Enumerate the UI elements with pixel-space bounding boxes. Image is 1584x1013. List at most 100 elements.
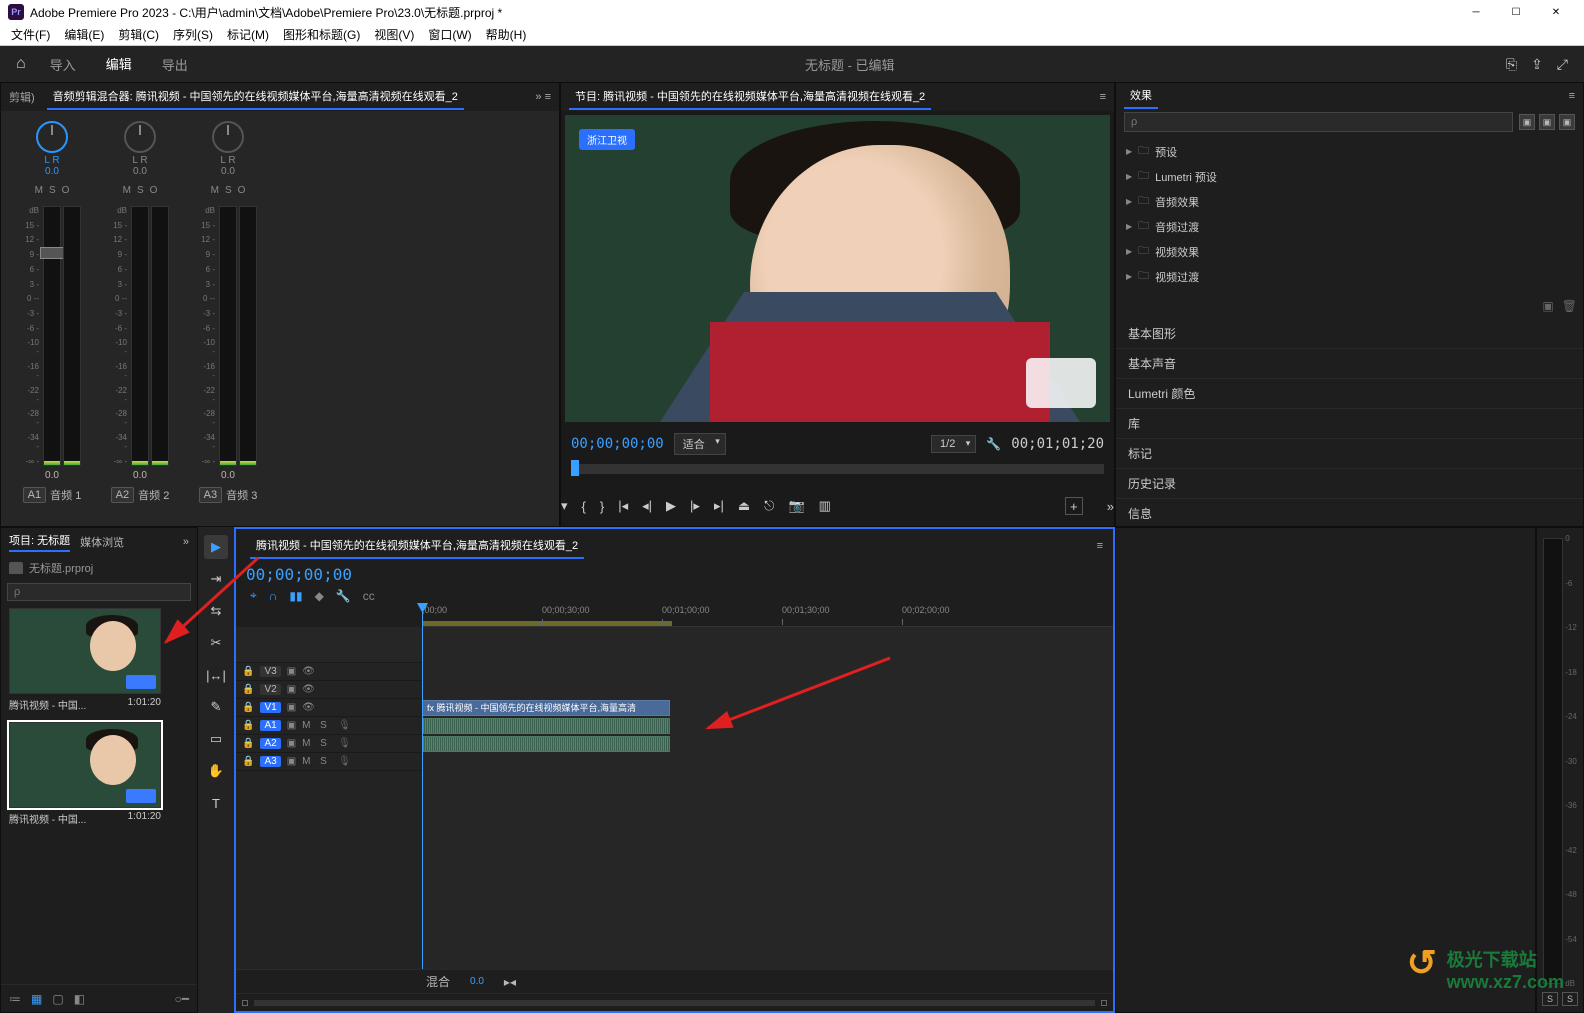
o-button[interactable]: O bbox=[150, 185, 158, 196]
delete-icon[interactable]: 🗑 bbox=[1562, 299, 1577, 313]
cc-icon[interactable]: cc bbox=[363, 589, 375, 603]
timeline-content[interactable]: fx 腾讯视频 - 中国领先的在线视频媒体平台,海量高清 bbox=[422, 627, 1113, 969]
video-track-header[interactable]: 🔒 V2 ▣ 👁 bbox=[236, 681, 422, 699]
workspace-tab-edit[interactable]: 编辑 bbox=[100, 44, 138, 85]
audio-track-header[interactable]: 🔒 A3 ▣ M S 🎙 bbox=[236, 753, 422, 771]
side-panel-tab[interactable]: 标记 bbox=[1116, 439, 1583, 469]
fx-folder[interactable]: ▶🗀视频过渡 bbox=[1116, 264, 1583, 289]
sync-icon[interactable]: ▣ bbox=[287, 720, 296, 731]
menu-edit[interactable]: 编辑(E) bbox=[59, 24, 109, 45]
track-tag[interactable]: A1 bbox=[23, 487, 46, 503]
eye-icon[interactable]: 👁 bbox=[302, 684, 315, 695]
m-button[interactable]: M bbox=[35, 185, 43, 196]
menu-window[interactable]: 窗口(W) bbox=[423, 24, 476, 45]
timeline-menu-icon[interactable]: ≡ bbox=[1097, 540, 1103, 552]
menu-sequence[interactable]: 序列(S) bbox=[168, 24, 218, 45]
timeline-tc[interactable]: 00;00;00;00 bbox=[236, 563, 1113, 586]
program-title[interactable]: 节目: 腾讯视频 - 中国领先的在线视频媒体平台,海量高清视频在线观看_2 bbox=[569, 84, 931, 110]
mute-button[interactable]: M bbox=[302, 756, 314, 767]
solo-left-button[interactable]: S bbox=[1542, 992, 1558, 1006]
playhead-icon[interactable] bbox=[422, 605, 423, 969]
fx-folder[interactable]: ▶🗀音频效果 bbox=[1116, 189, 1583, 214]
track-tag[interactable]: A3 bbox=[199, 487, 222, 503]
lock-icon[interactable]: 🔒 bbox=[242, 684, 254, 695]
solo-button[interactable]: S bbox=[320, 720, 332, 731]
sync-icon[interactable]: ▣ bbox=[287, 756, 296, 767]
marker-span-icon[interactable]: ▮▮ bbox=[289, 589, 302, 603]
video-clip[interactable]: fx 腾讯视频 - 中国领先的在线视频媒体平台,海量高清 bbox=[422, 700, 670, 716]
step-fwd-icon[interactable]: |▸ bbox=[690, 498, 700, 514]
effects-title[interactable]: 效果 bbox=[1124, 83, 1158, 109]
selection-tool-icon[interactable]: ▶ bbox=[204, 535, 228, 559]
close-button[interactable]: ✕ bbox=[1536, 0, 1576, 24]
fullscreen-icon[interactable]: ⤢ bbox=[1557, 56, 1568, 73]
snap-icon[interactable]: ⌖ bbox=[250, 588, 257, 603]
wrench-icon[interactable]: 🔧 bbox=[336, 589, 351, 603]
media-browse-tab[interactable]: 媒体浏览 bbox=[80, 534, 124, 550]
fx-filter-icon-1[interactable]: ▣ bbox=[1519, 114, 1535, 130]
scroll-handle-right[interactable] bbox=[1101, 1000, 1107, 1006]
track-tag[interactable]: V1 bbox=[260, 702, 280, 713]
pen-tool-icon[interactable]: ✎ bbox=[204, 695, 228, 719]
zoom-select[interactable]: 1/2 bbox=[931, 435, 976, 453]
more-icon[interactable]: » bbox=[1107, 499, 1114, 514]
project-tab[interactable]: 项目: 无标题 bbox=[9, 532, 70, 552]
workspace-tab-import[interactable]: 导入 bbox=[44, 45, 82, 84]
voice-icon[interactable]: 🎙 bbox=[338, 738, 351, 749]
export-frame-icon[interactable]: 📷 bbox=[788, 498, 804, 514]
new-bin-icon[interactable]: ▣ bbox=[1542, 299, 1553, 313]
track-tag[interactable]: V3 bbox=[260, 666, 280, 677]
fx-folder[interactable]: ▶🗀视频效果 bbox=[1116, 239, 1583, 264]
eye-icon[interactable]: 👁 bbox=[302, 666, 315, 677]
quick-export-icon[interactable]: ⎘ bbox=[1506, 56, 1517, 73]
go-out-icon[interactable]: ▸| bbox=[714, 498, 724, 514]
settings-icon[interactable]: 🔧 bbox=[986, 437, 1001, 451]
step-back-icon[interactable]: ◂| bbox=[642, 498, 652, 514]
audio-clip[interactable] bbox=[422, 736, 670, 752]
track-tag[interactable]: A2 bbox=[260, 738, 280, 749]
side-panel-tab[interactable]: 基本声音 bbox=[1116, 349, 1583, 379]
btn-editor-icon[interactable]: + bbox=[1065, 497, 1083, 515]
sync-icon[interactable]: ▣ bbox=[287, 666, 296, 677]
lock-icon[interactable]: 🔒 bbox=[242, 702, 254, 713]
view-list-icon[interactable]: ≔ bbox=[9, 992, 21, 1006]
video-track-header[interactable]: 🔒 V1 ▣ 👁 bbox=[236, 699, 422, 717]
track-tag[interactable]: A3 bbox=[260, 756, 280, 767]
side-panel-tab[interactable]: 信息 bbox=[1116, 499, 1583, 527]
o-button[interactable]: O bbox=[238, 185, 246, 196]
workspace-tab-export[interactable]: 导出 bbox=[156, 45, 194, 84]
menu-help[interactable]: 帮助(H) bbox=[481, 24, 532, 45]
pan-knob-icon[interactable] bbox=[212, 121, 244, 153]
panel-menu-icon[interactable]: » ≡ bbox=[535, 91, 551, 103]
s-button[interactable]: S bbox=[137, 185, 144, 196]
share-icon[interactable]: ⇪ bbox=[1531, 56, 1543, 73]
program-tc-left[interactable]: 00;00;00;00 bbox=[571, 436, 664, 452]
track-select-tool-icon[interactable]: ⇥ bbox=[204, 567, 228, 591]
panel-jump[interactable]: 剪辑) bbox=[9, 89, 35, 105]
voice-icon[interactable]: 🎙 bbox=[338, 720, 351, 731]
m-button[interactable]: M bbox=[123, 185, 131, 196]
fx-filter-icon-3[interactable]: ▣ bbox=[1559, 114, 1575, 130]
sort-icon[interactable]: ◧ bbox=[74, 992, 85, 1006]
mark-out-icon[interactable]: } bbox=[600, 499, 604, 514]
scrub-bar[interactable] bbox=[561, 462, 1114, 486]
zoom-slider-icon[interactable]: ○━ bbox=[175, 992, 189, 1006]
solo-button[interactable]: S bbox=[320, 756, 332, 767]
project-more-icon[interactable]: » bbox=[183, 536, 189, 548]
fx-filter-icon-2[interactable]: ▣ bbox=[1539, 114, 1555, 130]
home-icon[interactable]: ⌂ bbox=[16, 55, 26, 73]
timeline-ruler[interactable]: ;00;0000;00;30;0000;01;00;0000;01;30;000… bbox=[422, 605, 1113, 627]
menu-view[interactable]: 视图(V) bbox=[369, 24, 419, 45]
type-tool-icon[interactable]: T bbox=[204, 791, 228, 815]
mute-button[interactable]: M bbox=[302, 738, 314, 749]
mix-fx-icon[interactable]: ▸◂ bbox=[504, 975, 516, 989]
mix-value[interactable]: 0.0 bbox=[470, 976, 484, 987]
hand-tool-icon[interactable]: ✋ bbox=[204, 759, 228, 783]
s-button[interactable]: S bbox=[49, 185, 56, 196]
fx-folder[interactable]: ▶🗀Lumetri 预设 bbox=[1116, 164, 1583, 189]
pan-knob-icon[interactable] bbox=[124, 121, 156, 153]
m-button[interactable]: M bbox=[211, 185, 219, 196]
extract-icon[interactable]: ⎋ bbox=[764, 498, 774, 514]
fader-value[interactable]: 0.0 bbox=[45, 470, 59, 481]
sync-icon[interactable]: ▣ bbox=[287, 738, 296, 749]
